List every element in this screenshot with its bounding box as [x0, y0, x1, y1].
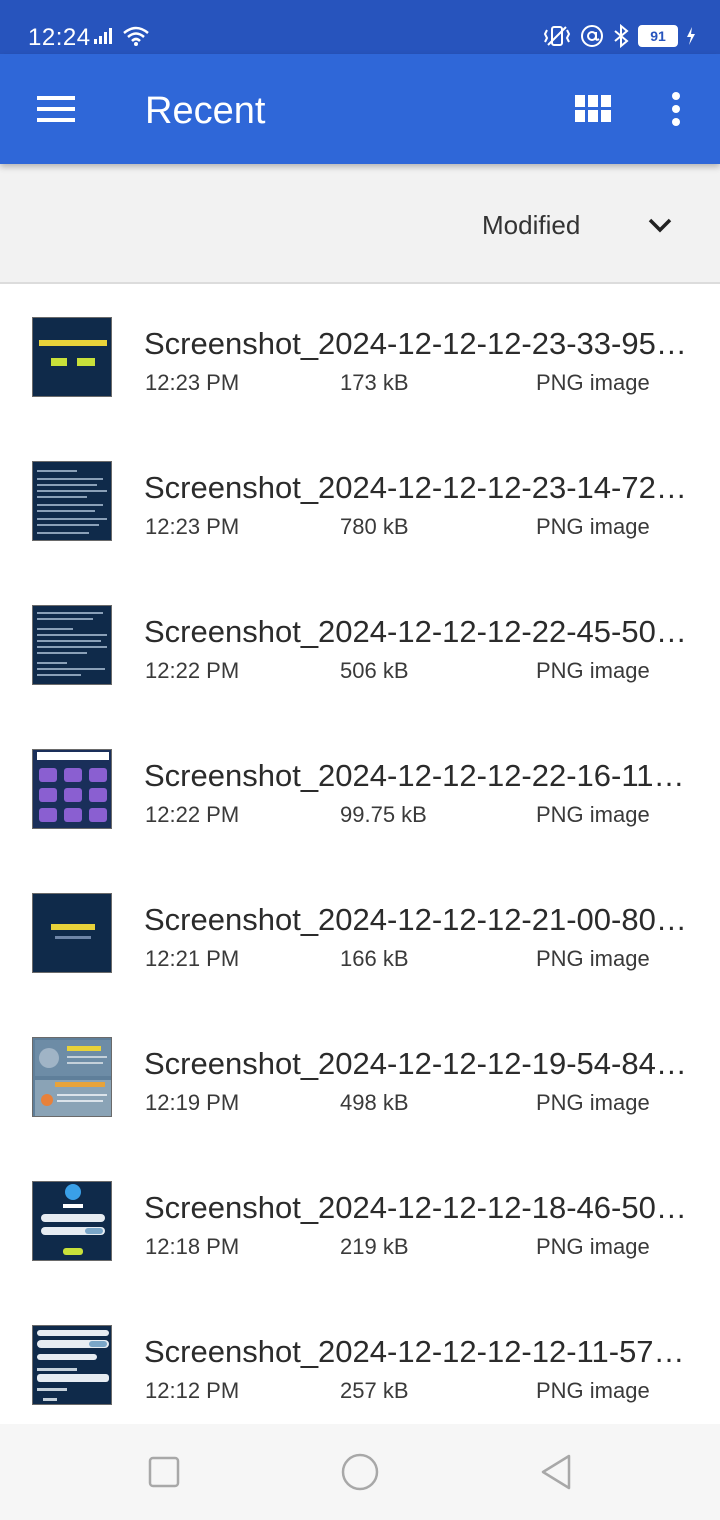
file-name: Screenshot_2024-12-12-12-19-54-84…: [144, 1046, 687, 1081]
back-triangle-icon: [541, 1454, 571, 1490]
file-time: 12:22 PM: [145, 658, 240, 683]
file-row[interactable]: Screenshot_2024-12-12-12-21-00-80… 12:21…: [0, 862, 720, 1006]
grid-view-button[interactable]: [560, 81, 626, 137]
sort-dropdown-label[interactable]: Modified: [482, 210, 580, 241]
file-type: PNG image: [536, 370, 650, 395]
file-name: Screenshot_2024-12-12-12-21-00-80…: [144, 902, 687, 937]
at-sign-icon: [581, 25, 603, 47]
file-name: Screenshot_2024-12-12-12-18-46-50…: [144, 1190, 687, 1225]
back-button[interactable]: [528, 1446, 584, 1498]
square-icon: [148, 1456, 180, 1488]
file-size: 498 kB: [340, 1090, 409, 1115]
home-button[interactable]: [332, 1446, 388, 1498]
file-time: 12:21 PM: [145, 946, 240, 971]
file-size: 173 kB: [340, 370, 409, 395]
battery-indicator: 91: [638, 25, 678, 47]
file-row[interactable]: Screenshot_2024-12-12-12-22-16-11… 12:22…: [0, 718, 720, 862]
file-list: Screenshot_2024-12-12-12-23-33-95… 12:23…: [0, 286, 720, 1438]
signal-icon: [94, 28, 112, 44]
file-thumbnail: [32, 317, 112, 397]
hamburger-menu-icon: [37, 96, 75, 122]
charging-icon: [687, 27, 695, 45]
file-type: PNG image: [536, 1378, 650, 1403]
recents-button[interactable]: [136, 1446, 192, 1498]
file-type: PNG image: [536, 946, 650, 971]
file-name: Screenshot_2024-12-12-12-22-45-50…: [144, 614, 687, 649]
file-time: 12:12 PM: [145, 1378, 240, 1403]
file-size: 166 kB: [340, 946, 409, 971]
file-time: 12:23 PM: [145, 370, 240, 395]
more-vertical-icon: [672, 92, 680, 126]
file-row[interactable]: Screenshot_2024-12-12-12-19-54-84… 12:19…: [0, 1006, 720, 1150]
file-row[interactable]: Screenshot_2024-12-12-12-22-45-50… 12:22…: [0, 574, 720, 718]
file-size: 99.75 kB: [340, 802, 427, 827]
status-right-icons: 91: [542, 22, 696, 50]
file-thumbnail: [32, 1181, 112, 1261]
file-time: 12:22 PM: [145, 802, 240, 827]
file-time: 12:18 PM: [145, 1234, 240, 1259]
file-thumbnail: [32, 605, 112, 685]
status-bar: 12:24 91: [0, 0, 720, 54]
file-thumbnail: [32, 461, 112, 541]
file-size: 219 kB: [340, 1234, 409, 1259]
file-name: Screenshot_2024-12-12-12-23-33-95…: [144, 326, 687, 361]
grid-view-icon: [575, 95, 611, 122]
system-nav-bar: [0, 1424, 720, 1520]
file-size: 506 kB: [340, 658, 409, 683]
file-type: PNG image: [536, 514, 650, 539]
file-name: Screenshot_2024-12-12-12-23-14-72…: [144, 470, 687, 505]
file-type: PNG image: [536, 1234, 650, 1259]
file-type: PNG image: [536, 1090, 650, 1115]
wifi-icon: [123, 26, 149, 46]
bluetooth-icon: [614, 24, 629, 48]
app-bar: Recent: [0, 54, 720, 164]
sort-bar: Modified: [0, 164, 720, 284]
file-type: PNG image: [536, 802, 650, 827]
vibrate-icon: [543, 26, 571, 46]
page-title: Recent: [145, 90, 266, 132]
file-row[interactable]: Screenshot_2024-12-12-12-18-46-50… 12:18…: [0, 1150, 720, 1294]
file-thumbnail: [32, 1037, 112, 1117]
file-name: Screenshot_2024-12-12-12-12-11-57…: [144, 1334, 685, 1369]
chevron-down-icon: [648, 218, 672, 233]
file-thumbnail: [32, 749, 112, 829]
file-name: Screenshot_2024-12-12-12-22-16-11…: [144, 758, 685, 793]
file-row[interactable]: Screenshot_2024-12-12-12-23-33-95… 12:23…: [0, 286, 720, 430]
status-time: 12:24: [28, 24, 91, 51]
file-time: 12:19 PM: [145, 1090, 240, 1115]
file-thumbnail: [32, 1325, 112, 1405]
more-options-button[interactable]: [650, 81, 702, 137]
file-size: 780 kB: [340, 514, 409, 539]
circle-icon: [341, 1453, 379, 1491]
file-time: 12:23 PM: [145, 514, 240, 539]
file-type: PNG image: [536, 658, 650, 683]
file-size: 257 kB: [340, 1378, 409, 1403]
file-thumbnail: [32, 893, 112, 973]
sort-dropdown-button[interactable]: [640, 208, 680, 242]
menu-button[interactable]: [24, 81, 88, 137]
file-row[interactable]: Screenshot_2024-12-12-12-12-11-57… 12:12…: [0, 1294, 720, 1438]
file-row[interactable]: Screenshot_2024-12-12-12-23-14-72… 12:23…: [0, 430, 720, 574]
status-left-icons: [92, 24, 150, 48]
